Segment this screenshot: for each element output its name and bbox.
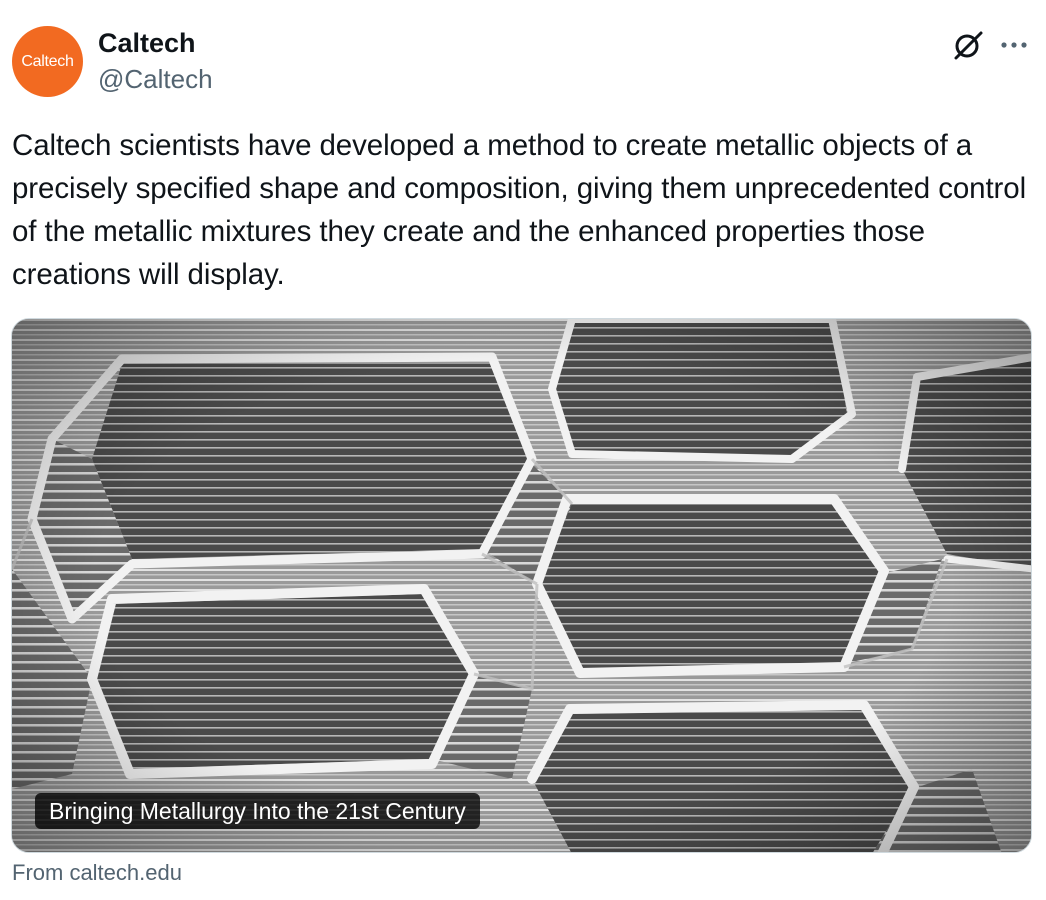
- link-card-image[interactable]: Bringing Metallurgy Into the 21st Centur…: [11, 318, 1032, 853]
- sem-image: [12, 319, 1031, 852]
- more-options-icon[interactable]: [998, 30, 1030, 60]
- display-name[interactable]: Caltech: [98, 26, 213, 60]
- avatar-logo-text: Caltech: [21, 52, 74, 70]
- user-handle[interactable]: @Caltech: [98, 62, 213, 96]
- card-source-link[interactable]: From caltech.edu: [12, 860, 182, 886]
- tweet-text: Caltech scientists have developed a meth…: [12, 129, 1027, 291]
- author-block: Caltech @Caltech: [98, 26, 213, 96]
- avatar[interactable]: Caltech: [12, 26, 83, 97]
- card-caption: Bringing Metallurgy Into the 21st Centur…: [35, 793, 480, 829]
- grok-icon[interactable]: [951, 28, 985, 62]
